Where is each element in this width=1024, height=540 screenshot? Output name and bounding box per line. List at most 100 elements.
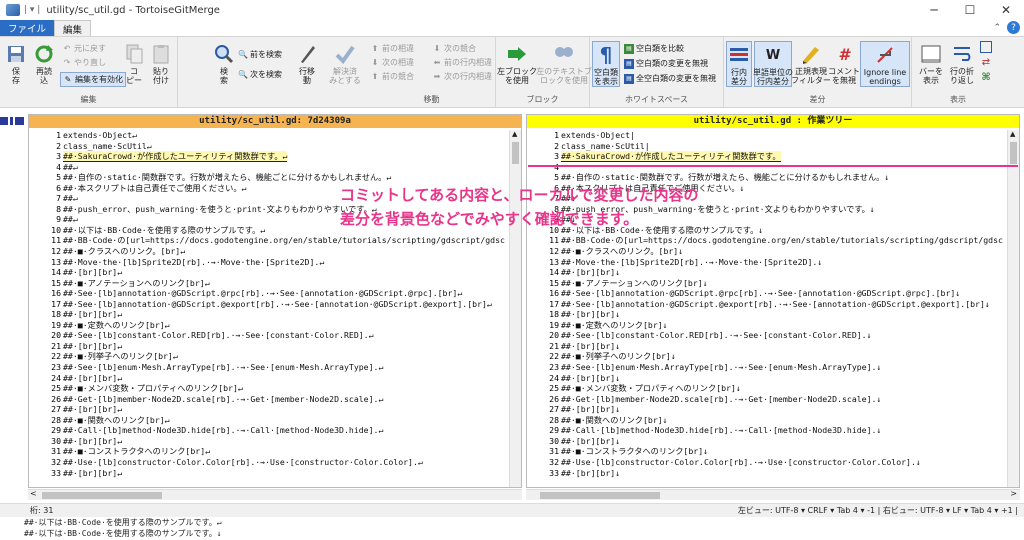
collapse-icon[interactable]: ⌘: [981, 72, 990, 83]
left-scroll-thumb[interactable]: [512, 142, 519, 164]
code-line[interactable]: 14 ##·[br][br]↵: [29, 267, 509, 278]
maximize-button[interactable]: ☐: [952, 0, 988, 20]
reload-button[interactable]: 再読 込: [32, 43, 56, 85]
code-line[interactable]: 25 ##·■·メンバ変数・プロパティへのリンク[br]↵: [29, 383, 509, 394]
right-scroll-thumb[interactable]: [1010, 142, 1017, 164]
show-bars-button[interactable]: バーを 表示: [916, 43, 946, 85]
code-line[interactable]: 33 ##·[br][br]↓: [527, 468, 1007, 479]
code-line[interactable]: 23 ##·See·[lb]enum·Mesh.ArrayType[rb].·→·…: [527, 362, 1007, 373]
close-button[interactable]: ✕: [988, 0, 1024, 20]
resolve-button[interactable]: 解決済 みとする: [328, 43, 362, 85]
code-line[interactable]: 29 ##·Call·[lb]method·Node3D.hide[rb].·→·…: [527, 425, 1007, 436]
enable-edit-toggle[interactable]: ✎ 編集を有効化: [60, 72, 126, 87]
code-line[interactable]: 11 ##·BB·Code·の[url=https://docs.godoteng…: [29, 235, 509, 246]
tab-edit[interactable]: 編集: [54, 20, 92, 36]
code-line[interactable]: 31 ##·■·コンストラクタへのリンク[br]↵: [29, 446, 509, 457]
code-line[interactable]: 24 ##·[br][br]↵: [29, 373, 509, 384]
help-icon[interactable]: ?: [1007, 21, 1020, 34]
code-line[interactable]: 17 ##·See·[lb]annotation·@GDScript.@expor…: [29, 299, 509, 310]
copy-button[interactable]: コ ピー: [124, 43, 144, 85]
code-line[interactable]: 5 ##·自作の·static·関数群です。行数が増えたら、機能ごとに分けるかもし…: [527, 172, 1007, 183]
code-line[interactable]: 28 ##·■·関数へのリンク[br]↵: [29, 415, 509, 426]
code-line[interactable]: 18 ##·[br][br]↵: [29, 309, 509, 320]
code-line[interactable]: 14 ##·[br][br]↓: [527, 267, 1007, 278]
code-line[interactable]: 28 ##·■·関数へのリンク[br]↓: [527, 415, 1007, 426]
code-line[interactable]: 18 ##·[br][br]↓: [527, 309, 1007, 320]
code-line[interactable]: 16 ##·See·[lb]annotation·@GDScript.@rpc[r…: [29, 288, 509, 299]
scroll-up-icon[interactable]: ▲: [1010, 130, 1015, 138]
next-conflict-button[interactable]: ⬇ 次の競合: [432, 43, 476, 54]
code-line[interactable]: 20 ##·See·[lb]constant·Color.RED[rb].·→·S…: [29, 330, 509, 341]
swap-icon[interactable]: ⇄: [982, 57, 990, 68]
compare-ws-button[interactable]: ▤ 空白類を比較: [624, 43, 684, 54]
code-line[interactable]: 12 ##·■·クラスへのリンク。[br]↵: [29, 246, 509, 257]
code-line[interactable]: 16 ##·See·[lb]annotation·@GDScript.@rpc[r…: [527, 288, 1007, 299]
use-left-block-button[interactable]: 左ブロック を使用: [497, 43, 537, 85]
code-line[interactable]: 19 ##·■·定数へのリンク[br]↵: [29, 320, 509, 331]
left-horizontal-scrollbar[interactable]: <: [28, 489, 522, 500]
find-prev-button[interactable]: 🔍 前を検索: [238, 49, 282, 60]
code-line[interactable]: 29 ##·Call·[lb]method·Node3D.hide[rb].·→·…: [29, 425, 509, 436]
code-line[interactable]: 11 ##·BB·Code·の[url=https://docs.godoteng…: [527, 235, 1007, 246]
goto-line-button[interactable]: 行移 動: [294, 43, 320, 85]
left-hscroll-thumb[interactable]: [42, 492, 162, 499]
code-line[interactable]: 4 ##↵: [29, 162, 509, 173]
code-line[interactable]: 33 ##·[br][br]↵: [29, 468, 509, 479]
code-line[interactable]: 2 class_name·ScUtil|: [527, 141, 1007, 152]
ignore-ws-change-button[interactable]: ▤ 空白類の変更を無視: [624, 58, 708, 69]
code-line[interactable]: 26 ##·Get·[lb]member·Node2D.scale[rb].·→·…: [29, 394, 509, 405]
code-line[interactable]: 17 ##·See·[lb]annotation·@GDScript.@expor…: [527, 299, 1007, 310]
next-diff-button[interactable]: ⬇ 次の相違: [370, 57, 414, 68]
undo-button[interactable]: ↶ 元に戻す: [62, 43, 106, 54]
ignore-line-endings-button[interactable]: Ignore line endings: [860, 41, 910, 87]
code-line[interactable]: 1 extends·Object↵: [29, 130, 509, 141]
code-line[interactable]: 21 ##·[br][br]↵: [29, 341, 509, 352]
code-line[interactable]: 20 ##·See·[lb]constant·Color.RED[rb].·→·S…: [527, 330, 1007, 341]
code-line[interactable]: 25 ##·■·メンバ変数・プロパティへのリンク[br]↓: [527, 383, 1007, 394]
code-line[interactable]: 19 ##·■·定数へのリンク[br]↓: [527, 320, 1007, 331]
code-line[interactable]: 32 ##·Use·[lb]constructor·Color.Color[rb]…: [29, 457, 509, 468]
scroll-left-icon[interactable]: <: [30, 489, 37, 498]
code-line[interactable]: 22 ##·■·列挙子へのリンク[br]↓: [527, 351, 1007, 362]
ignore-all-ws-button[interactable]: ▤ 全空白類の変更を無視: [624, 73, 716, 84]
prev-inline-button[interactable]: ⬅ 前の行内相違: [432, 57, 492, 68]
locator-bar[interactable]: [0, 117, 28, 509]
code-line[interactable]: 30 ##·[br][br]↵: [29, 436, 509, 447]
code-line[interactable]: 27 ##·[br][br]↓: [527, 404, 1007, 415]
code-line[interactable]: 5 ##·自作の·static·関数群です。行数が増えたら、機能ごとに分けるかもし…: [29, 172, 509, 183]
next-inline-button[interactable]: ➡ 次の行内相違: [432, 71, 492, 82]
ignore-comments-button[interactable]: # コメント を無視: [828, 43, 860, 85]
code-line[interactable]: 13 ##·Move·the·[lb]Sprite2D[rb].·→·Move·t…: [527, 257, 1007, 268]
code-line[interactable]: 2 class_name·ScUtil↵: [29, 141, 509, 152]
scroll-up-icon[interactable]: ▲: [512, 130, 517, 138]
save-button[interactable]: 保 存: [6, 43, 26, 85]
code-line[interactable]: 12 ##·■·クラスへのリンク。[br]↓: [527, 246, 1007, 257]
code-line[interactable]: 1 extends·Object|: [527, 130, 1007, 141]
right-hscroll-thumb[interactable]: [540, 492, 660, 499]
minimize-button[interactable]: ─: [916, 0, 952, 20]
encoding-info[interactable]: 左ビュー: UTF-8 ▾ CRLF ▾ Tab 4 ▾ -1 | 右ビュー: …: [738, 505, 1018, 516]
right-horizontal-scrollbar[interactable]: >: [526, 489, 1020, 500]
code-line[interactable]: 13 ##·Move·the·[lb]Sprite2D[rb].·→·Move·t…: [29, 257, 509, 268]
tab-file[interactable]: ファイル: [0, 20, 55, 36]
paste-button[interactable]: 貼り 付け: [150, 43, 172, 85]
code-line[interactable]: 24 ##·[br][br]↓: [527, 373, 1007, 384]
code-line[interactable]: 15 ##·■·アノテーションへのリンク[br]↓: [527, 278, 1007, 289]
wrap-lines-button[interactable]: 行の折 り返し: [948, 43, 976, 85]
prev-diff-button[interactable]: ⬆ 前の相違: [370, 43, 414, 54]
code-line[interactable]: 30 ##·[br][br]↓: [527, 436, 1007, 447]
word-diff-button[interactable]: W 単語単位の 行内差分: [753, 41, 793, 87]
code-line[interactable]: 31 ##·■·コンストラクタへのリンク[br]↓: [527, 446, 1007, 457]
code-line[interactable]: 21 ##·[br][br]↓: [527, 341, 1007, 352]
find-next-button[interactable]: 🔍 次を検索: [238, 69, 282, 80]
code-line[interactable]: 15 ##·■·アノテーションへのリンク[br]↵: [29, 278, 509, 289]
show-whitespace-button[interactable]: ¶ 空白類 を表示: [592, 41, 620, 87]
inline-diff-button[interactable]: 行内 差分: [726, 41, 752, 87]
code-line[interactable]: 22 ##·■·列挙子へのリンク[br]↵: [29, 351, 509, 362]
use-left-text-block-button[interactable]: 左のテキストブ ロックを使用: [536, 43, 592, 85]
regex-filter-button[interactable]: 正規表現 フィルター: [791, 43, 831, 85]
code-line[interactable]: 32 ##·Use·[lb]constructor·Color.Color[rb]…: [527, 457, 1007, 468]
right-pane[interactable]: utility/sc_util.gd : 作業ツリー 1 extends·Obje…: [526, 114, 1020, 488]
left-pane[interactable]: utility/sc_util.gd: 7d24309a 1 extends·Ob…: [28, 114, 522, 488]
quick-access-toolbar[interactable]: | ▾ |: [24, 5, 40, 15]
